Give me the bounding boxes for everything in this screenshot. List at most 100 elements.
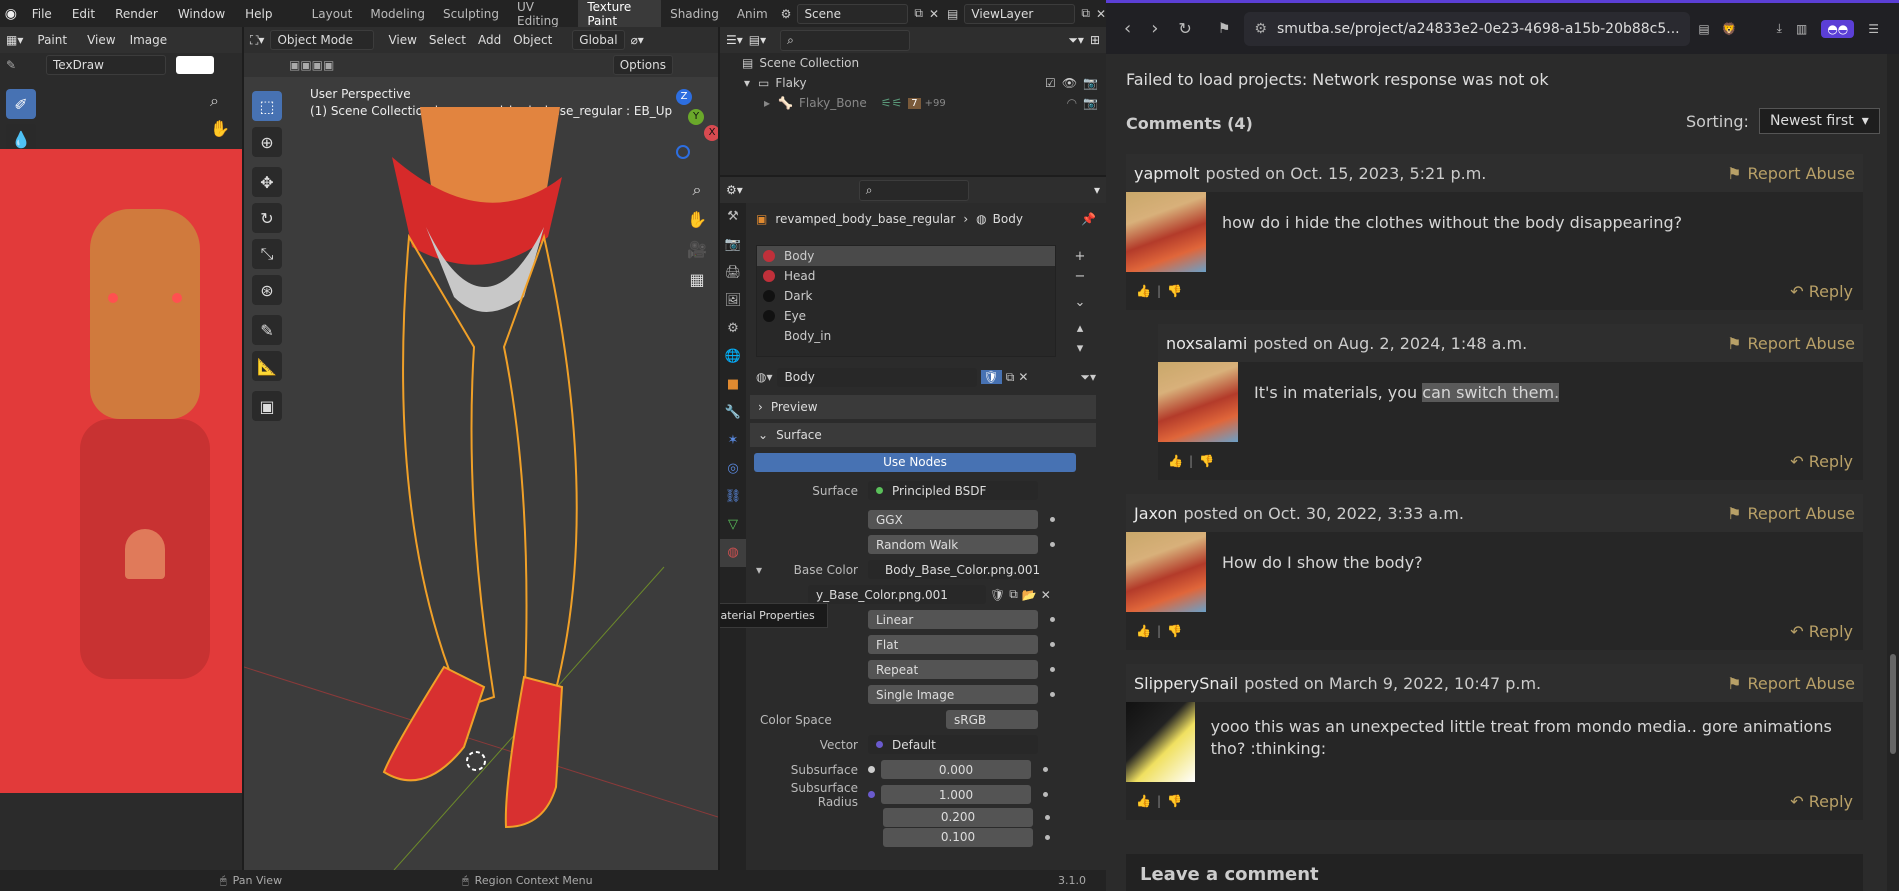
- thumbs-up-icon[interactable]: 👍: [1136, 624, 1151, 638]
- scene-tab-icon[interactable]: ⚙: [720, 315, 746, 343]
- projection-select[interactable]: Flat: [868, 635, 1038, 654]
- comment-author[interactable]: Jaxon: [1134, 504, 1177, 523]
- material-browse-icon[interactable]: ◍▾: [756, 370, 773, 384]
- bookmark-icon[interactable]: ⚑: [1218, 21, 1231, 37]
- reload-icon[interactable]: ↻: [1178, 19, 1191, 38]
- add-slot-icon[interactable]: +: [1070, 247, 1090, 267]
- back-icon[interactable]: ‹: [1124, 18, 1131, 39]
- base-color-field[interactable]: Body_Base_Color.png.001: [868, 560, 1040, 579]
- thumbs-up-icon[interactable]: 👍: [1168, 454, 1183, 468]
- data-tab-icon[interactable]: ▽: [720, 511, 746, 539]
- tab-uv-editing[interactable]: UV Editing: [508, 0, 578, 31]
- outliner-search[interactable]: ⌕: [780, 29, 911, 51]
- color-space-select[interactable]: sRGB: [946, 710, 1038, 729]
- outliner-row[interactable]: ▸ 🦴 Flaky_Bone ⚟⚟ 7 +99 ◠ 📷: [720, 93, 1106, 113]
- world-tab-icon[interactable]: 🌐: [720, 343, 746, 371]
- subsurface-radius-y[interactable]: 0.200: [883, 807, 1033, 827]
- constraints-tab-icon[interactable]: ⛓: [720, 483, 746, 511]
- physics-tab-icon[interactable]: ◎: [720, 455, 746, 483]
- tab-sculpting[interactable]: Sculpting: [434, 4, 508, 24]
- blender-logo-icon[interactable]: ◉: [0, 6, 22, 22]
- copy-icon[interactable]: ⧉: [914, 6, 923, 21]
- viewlayer-selector[interactable]: ViewLayer: [964, 3, 1076, 24]
- report-abuse-link[interactable]: ⚑ Report Abuse: [1727, 674, 1855, 693]
- brave-shield-icon[interactable]: 🦁: [1722, 22, 1737, 36]
- reader-icon[interactable]: ▤: [1698, 22, 1709, 36]
- tab-modeling[interactable]: Modeling: [361, 4, 434, 24]
- viewport-3d[interactable]: ⛶▾ Object Mode View Select Add Object Gl…: [244, 27, 718, 870]
- use-nodes-button[interactable]: Use Nodes: [754, 453, 1076, 472]
- move-up-icon[interactable]: ▴: [1070, 319, 1090, 339]
- source-select[interactable]: Single Image: [868, 685, 1038, 704]
- thumbs-down-icon[interactable]: 👎: [1167, 284, 1182, 298]
- close-icon[interactable]: ✕: [1018, 370, 1028, 384]
- chevron-down-icon[interactable]: ⌄: [1070, 293, 1090, 313]
- menu-icon[interactable]: ☰: [1868, 22, 1879, 36]
- download-icon[interactable]: ⤓: [1777, 21, 1782, 36]
- thumbs-down-icon[interactable]: 👎: [1167, 794, 1182, 808]
- extension-icon[interactable]: ◓◓: [1821, 19, 1855, 38]
- socket-icon[interactable]: [868, 766, 875, 773]
- slot-item[interactable]: Body: [757, 246, 1055, 266]
- scrollbar-thumb[interactable]: [1890, 654, 1896, 754]
- zoom-icon[interactable]: ⌕: [210, 91, 219, 111]
- distribution-select[interactable]: GGX: [868, 510, 1038, 529]
- slot-item[interactable]: Head: [757, 266, 1055, 286]
- editor-type-icon[interactable]: ☰▾: [726, 33, 743, 47]
- camera-icon[interactable]: 📷: [1083, 96, 1098, 110]
- subsurface-method-select[interactable]: Random Walk: [868, 535, 1038, 554]
- tab-shading[interactable]: Shading: [661, 4, 728, 24]
- render-tab-icon[interactable]: 📷: [720, 231, 746, 259]
- menu-view[interactable]: View: [87, 33, 115, 47]
- eye-icon[interactable]: ◠: [1067, 96, 1077, 110]
- menu-file[interactable]: File: [22, 7, 62, 21]
- close-icon[interactable]: ✕: [1096, 7, 1106, 21]
- expand-icon[interactable]: ▸: [764, 96, 770, 110]
- reply-button[interactable]: ↶ Reply: [1790, 452, 1853, 471]
- paint-mode-select[interactable]: Paint: [37, 33, 67, 47]
- editor-type-icon[interactable]: ▦▾: [6, 33, 23, 47]
- color-swatch[interactable]: [176, 56, 214, 74]
- menu-window[interactable]: Window: [168, 7, 235, 21]
- thumbs-up-icon[interactable]: 👍: [1136, 284, 1151, 298]
- menu-edit[interactable]: Edit: [62, 7, 105, 21]
- interpolation-select[interactable]: Linear: [868, 610, 1038, 629]
- thumbs-down-icon[interactable]: 👎: [1167, 624, 1182, 638]
- checkbox-icon[interactable]: ☑: [1045, 76, 1056, 90]
- preview-panel[interactable]: › Preview: [750, 395, 1096, 419]
- address-bar[interactable]: ⚙ smutba.se/project/a24833e2-0e23-4698-a…: [1244, 11, 1691, 46]
- slot-item[interactable]: Eye: [757, 306, 1055, 326]
- sorting-select[interactable]: Newest first ▾: [1758, 108, 1880, 134]
- reply-button[interactable]: ↶ Reply: [1790, 792, 1853, 811]
- scene-selector[interactable]: Scene: [797, 3, 909, 24]
- eye-icon[interactable]: 👁: [1062, 76, 1077, 90]
- close-icon[interactable]: ✕: [1041, 588, 1051, 602]
- menu-image[interactable]: Image: [130, 33, 168, 47]
- draw-tool-icon[interactable]: ✐: [6, 89, 36, 119]
- subsurface-radius-z[interactable]: 0.100: [883, 827, 1033, 847]
- menu-render[interactable]: Render: [105, 7, 168, 21]
- reply-button[interactable]: ↶ Reply: [1790, 622, 1853, 641]
- pin-icon[interactable]: 📌: [1081, 212, 1096, 226]
- reply-button[interactable]: ↶ Reply: [1790, 282, 1853, 301]
- comment-author[interactable]: yapmolt: [1134, 164, 1200, 183]
- object-tab-icon[interactable]: ■: [720, 371, 746, 399]
- surface-shader-field[interactable]: Principled BSDF: [868, 481, 1038, 500]
- material-tab-icon[interactable]: ◍: [720, 539, 746, 567]
- thumbs-down-icon[interactable]: 👎: [1199, 454, 1214, 468]
- view-layer-tab-icon[interactable]: 🖼: [720, 287, 746, 315]
- socket-icon[interactable]: [868, 791, 875, 798]
- node-icon[interactable]: ⏷▾: [1080, 370, 1096, 385]
- outliner-row[interactable]: ▾ ▭ Flaky ☑ 👁 📷: [720, 73, 1106, 93]
- output-tab-icon[interactable]: 🖨: [720, 259, 746, 287]
- properties-search[interactable]: ⌕: [858, 179, 969, 201]
- tab-animation[interactable]: Anim: [728, 4, 777, 24]
- fake-user-icon[interactable]: 🛡: [980, 370, 1002, 384]
- tool-tab-icon[interactable]: ⚒: [720, 203, 746, 231]
- menu-help[interactable]: Help: [235, 7, 282, 21]
- slot-item[interactable]: Body_in: [757, 326, 1055, 346]
- slot-item[interactable]: Dark: [757, 286, 1055, 306]
- modifier-tab-icon[interactable]: 🔧: [720, 399, 746, 427]
- model-figure[interactable]: [244, 27, 718, 870]
- close-icon[interactable]: ✕: [929, 7, 939, 21]
